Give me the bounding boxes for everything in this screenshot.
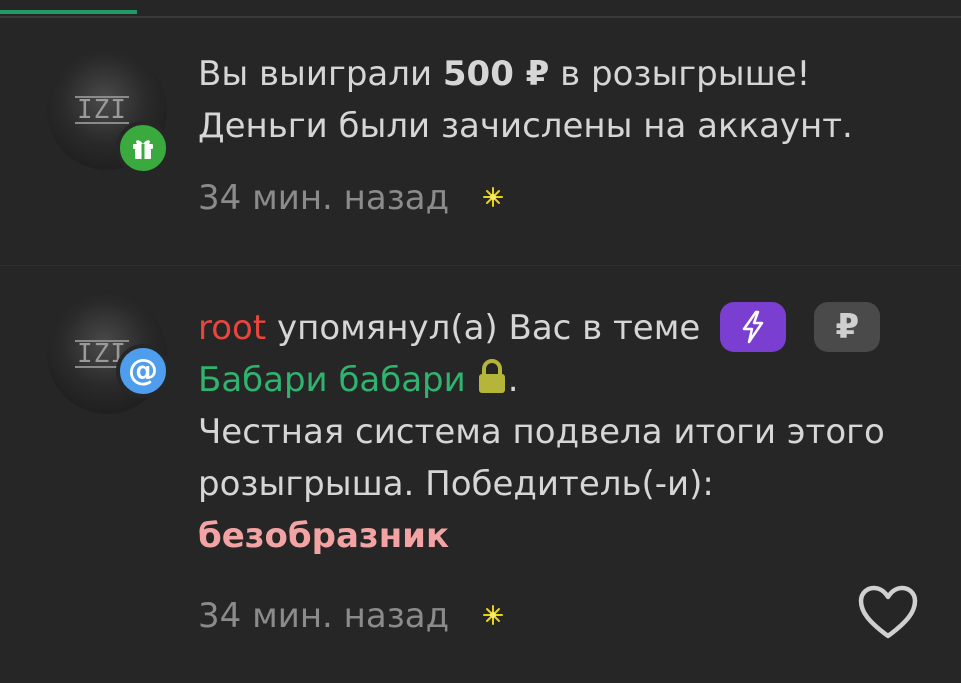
gift-icon xyxy=(133,140,153,159)
prize-text-after: в розыгрыше! xyxy=(549,54,811,94)
username-link[interactable]: root xyxy=(198,308,266,348)
timestamp: 34 мин. назад xyxy=(198,596,504,636)
prize-text-before: Вы выиграли xyxy=(198,54,443,94)
winner-name[interactable]: безобразник xyxy=(198,510,921,562)
notification-text: root упомянул(а) Вас в теме ₽ Бабари баба… xyxy=(198,301,921,562)
sparkle-icon xyxy=(482,186,503,207)
prize-text-line2: Деньги были зачислены на аккаунт. xyxy=(198,106,853,146)
body-line2: розыгрыша. Победитель(-и): xyxy=(198,464,714,504)
lightning-icon xyxy=(720,301,787,352)
prize-badge xyxy=(116,121,170,175)
timestamp: 34 мин. назад xyxy=(198,178,504,218)
ruble-icon: ₽ xyxy=(814,301,881,352)
sparkle-icon xyxy=(482,604,503,625)
notification-prize[interactable]: IZI Вы выиграли 500 ₽ в розыгрыше! Деньг… xyxy=(0,18,961,265)
ruble-icon-glyph: ₽ xyxy=(835,306,860,347)
at-icon: @ xyxy=(128,353,158,388)
timestamp-text: 34 мин. назад xyxy=(198,178,450,218)
notification-mention[interactable]: IZI @ root упомянул(а) Вас в теме ₽ Бабар… xyxy=(0,266,961,683)
topic-link[interactable]: Бабари бабари xyxy=(198,360,466,400)
body-line1: Честная система подвела итоги этого xyxy=(198,412,885,452)
active-tab-indicator xyxy=(0,10,137,14)
lock-icon xyxy=(478,358,505,393)
notification-text: Вы выиграли 500 ₽ в розыгрыше! Деньги бы… xyxy=(198,48,921,152)
mention-text: упомянул(а) Вас в теме xyxy=(266,308,701,348)
mention-badge: @ xyxy=(116,344,170,398)
topic-suffix: . xyxy=(507,360,519,400)
prize-amount: 500 ₽ xyxy=(442,54,550,94)
timestamp-text: 34 мин. назад xyxy=(198,596,450,636)
heart-icon[interactable] xyxy=(857,584,919,640)
avatar-logo-icon: IZI xyxy=(75,95,129,125)
